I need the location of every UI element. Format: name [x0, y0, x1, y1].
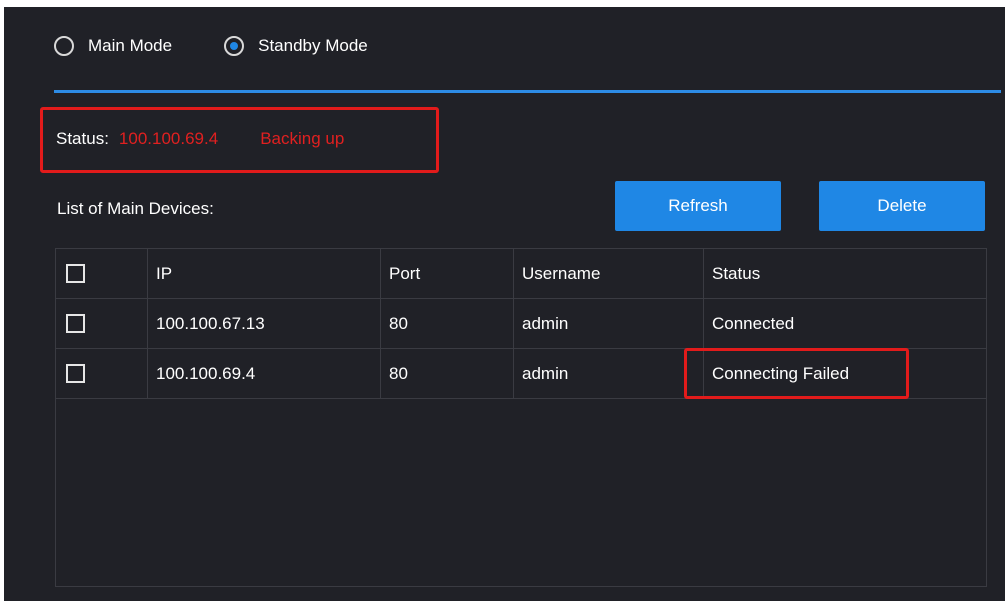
row-username: admin — [514, 349, 704, 398]
row-checkbox-cell — [56, 299, 148, 348]
mode-selector: Main Mode Standby Mode — [54, 36, 368, 56]
row-port: 80 — [381, 349, 514, 398]
main-mode-radio[interactable] — [54, 36, 74, 56]
refresh-button[interactable]: Refresh — [615, 181, 781, 231]
header-ip: IP — [148, 249, 381, 298]
row-status: Connected — [712, 313, 795, 333]
header-status: Status — [712, 263, 761, 283]
header-port: Port — [381, 249, 514, 298]
main-mode-option[interactable]: Main Mode — [54, 36, 172, 56]
header-username: Username — [514, 249, 704, 298]
header-checkbox-cell — [56, 249, 148, 298]
main-devices-title: List of Main Devices: — [57, 199, 214, 218]
delete-button[interactable]: Delete — [819, 181, 985, 231]
radio-selected-dot — [230, 42, 239, 50]
row-checkbox-cell — [56, 349, 148, 398]
table-header-row: IP Port Username Status — [56, 249, 986, 299]
row-username: admin — [514, 299, 704, 348]
main-mode-label: Main Mode — [88, 36, 173, 55]
standby-mode-radio[interactable] — [224, 36, 245, 56]
standby-mode-option[interactable]: Standby Mode — [224, 36, 368, 56]
row-checkbox[interactable] — [66, 364, 85, 383]
mode-divider — [54, 90, 1001, 93]
table-row[interactable]: 100.100.67.13 80 admin Connected — [56, 299, 986, 349]
devices-table: IP Port Username Status 100.100.67.13 80… — [55, 248, 987, 587]
standby-mode-label: Standby Mode — [258, 36, 368, 55]
failed-status-highlight-box — [684, 348, 909, 399]
row-ip: 100.100.67.13 — [148, 299, 381, 348]
row-checkbox[interactable] — [66, 314, 85, 333]
status-highlight-box — [40, 107, 439, 173]
row-port: 80 — [381, 299, 514, 348]
select-all-checkbox[interactable] — [66, 264, 85, 283]
row-ip: 100.100.69.4 — [148, 349, 381, 398]
